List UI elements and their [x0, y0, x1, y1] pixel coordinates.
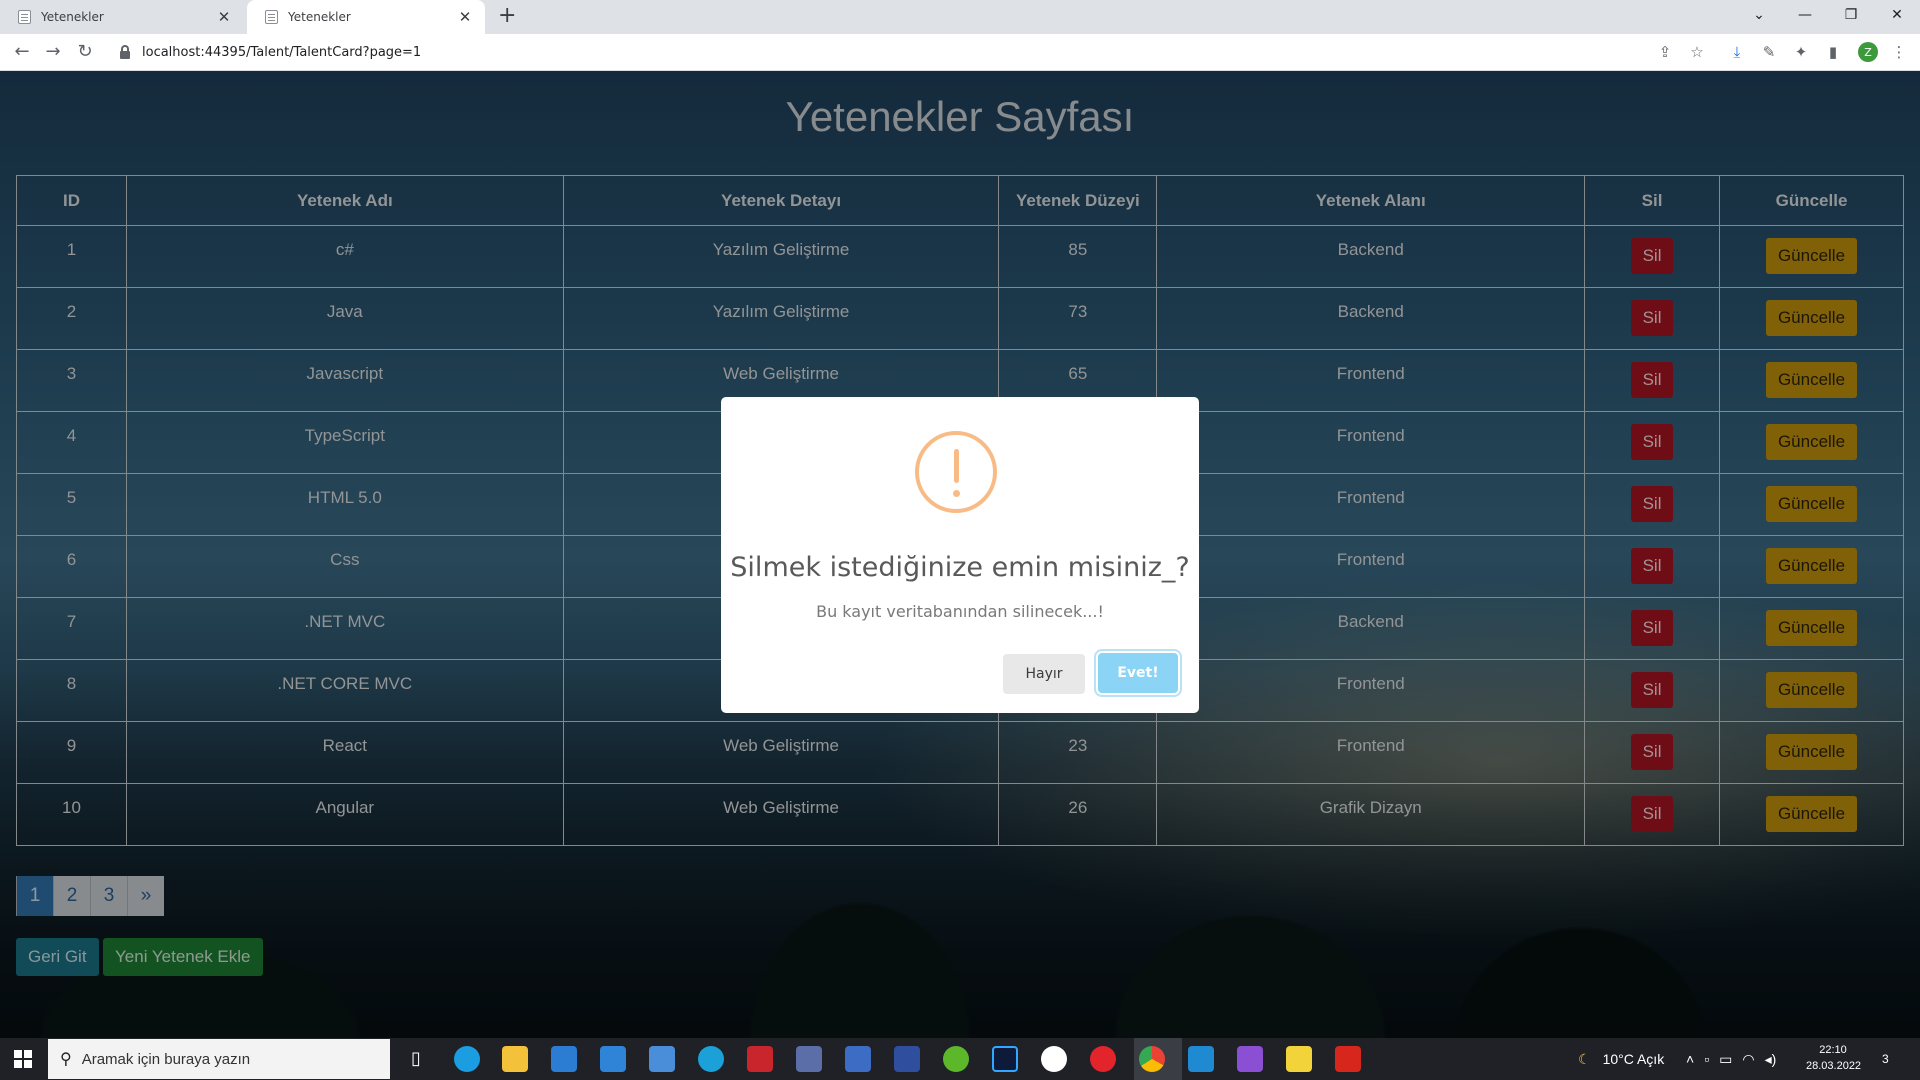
- forward-arrow-icon[interactable]: →: [41, 41, 65, 63]
- app-icon[interactable]: [796, 1046, 822, 1072]
- address-bar: ← → ↻ localhost:44395/Talent/TalentCard?…: [0, 34, 1920, 71]
- tab-title: Yetenekler: [288, 10, 351, 24]
- mail-icon[interactable]: [600, 1046, 626, 1072]
- page-favicon-icon: [265, 10, 278, 24]
- back-arrow-icon[interactable]: ←: [10, 41, 34, 63]
- app-icon[interactable]: [943, 1046, 969, 1072]
- app-icon[interactable]: [894, 1046, 920, 1072]
- notification-center-icon[interactable]: 3: [1882, 1038, 1889, 1080]
- reload-icon[interactable]: ↻: [73, 41, 97, 63]
- browser-tab-bar: Yetenekler ✕ Yetenekler ✕ + ⌄ — ❐ ✕: [0, 0, 1920, 34]
- windows-taskbar: ⚲ Aramak için buraya yazın ▯ ☾ 10°C Açık…: [0, 1038, 1920, 1080]
- side-panel-icon[interactable]: ▮: [1822, 43, 1844, 61]
- tray-arrow-icon[interactable]: ˄: [1686, 1051, 1694, 1067]
- warning-icon: [915, 431, 997, 513]
- opera-icon[interactable]: [1090, 1046, 1116, 1072]
- url-text: localhost:44395/Talent/TalentCard?page=1: [142, 45, 422, 60]
- dialog-message: Bu kayıt veritabanından silinecek...!: [816, 602, 1104, 621]
- photoshop-icon[interactable]: [992, 1046, 1018, 1072]
- weather-widget[interactable]: ☾ 10°C Açık: [1578, 1038, 1664, 1080]
- app-icon[interactable]: [1041, 1046, 1067, 1072]
- chrome-icon[interactable]: [1139, 1046, 1165, 1072]
- close-tab-icon[interactable]: ✕: [216, 8, 232, 26]
- confirm-button[interactable]: Evet!: [1098, 653, 1178, 693]
- download-icon[interactable]: ⤓: [1726, 43, 1748, 61]
- profile-avatar[interactable]: Z: [1858, 42, 1878, 62]
- app-icon[interactable]: [649, 1046, 675, 1072]
- eyedropper-icon[interactable]: ✎: [1758, 43, 1780, 61]
- tab-search-icon[interactable]: ⌄: [1736, 0, 1782, 30]
- file-explorer-icon[interactable]: [502, 1046, 528, 1072]
- windows-start-icon[interactable]: [14, 1050, 32, 1068]
- app-icon[interactable]: [1286, 1046, 1312, 1072]
- tray-app-icon[interactable]: ▫: [1704, 1051, 1709, 1067]
- cancel-button[interactable]: Hayır: [1003, 654, 1085, 694]
- lock-icon: [120, 44, 130, 59]
- store-icon[interactable]: [551, 1046, 577, 1072]
- close-window-icon[interactable]: ✕: [1874, 0, 1920, 30]
- edge-icon[interactable]: [454, 1046, 480, 1072]
- browser-tab-1[interactable]: Yetenekler ✕: [0, 0, 244, 34]
- app-icon[interactable]: [698, 1046, 724, 1072]
- moon-icon: ☾: [1578, 1050, 1591, 1067]
- close-tab-icon[interactable]: ✕: [457, 8, 473, 26]
- confirm-delete-dialog: Silmek istediğinize emin misiniz_? Bu ka…: [721, 397, 1199, 713]
- new-tab-icon[interactable]: +: [498, 5, 516, 27]
- task-view-icon[interactable]: ▯: [403, 1046, 429, 1072]
- notification-count: 3: [1882, 1052, 1889, 1066]
- url-field[interactable]: localhost:44395/Talent/TalentCard?page=1: [108, 38, 1688, 67]
- acrobat-icon[interactable]: [1335, 1046, 1361, 1072]
- taskbar-clock[interactable]: 22:10 28.03.2022: [1806, 1042, 1862, 1074]
- app-icon[interactable]: [845, 1046, 871, 1072]
- warning-icon-bar: [954, 449, 959, 483]
- weather-text: 10°C Açık: [1602, 1051, 1665, 1067]
- clock-date: 28.03.2022: [1806, 1060, 1862, 1072]
- bookmark-star-icon[interactable]: ☆: [1686, 43, 1708, 61]
- page-favicon-icon: [18, 10, 31, 24]
- volume-icon[interactable]: ◂): [1765, 1051, 1777, 1068]
- search-icon: ⚲: [60, 1051, 72, 1068]
- tab-title: Yetenekler: [41, 10, 104, 24]
- system-tray: ˄ ▫ ▭ ◠ ◂): [1686, 1038, 1776, 1080]
- wifi-icon[interactable]: ◠: [1742, 1051, 1754, 1068]
- browser-tab-2[interactable]: Yetenekler ✕: [247, 0, 485, 34]
- extensions-icon[interactable]: ✦: [1790, 43, 1812, 61]
- visual-studio-icon[interactable]: [1237, 1046, 1263, 1072]
- dialog-title: Silmek istediğinize emin misiniz_?: [730, 552, 1190, 583]
- share-icon[interactable]: ⇪: [1654, 43, 1676, 61]
- restore-icon[interactable]: ❐: [1828, 0, 1874, 30]
- battery-icon[interactable]: ▭: [1719, 1051, 1732, 1068]
- warning-icon-dot: [953, 490, 960, 497]
- solidworks-icon[interactable]: [747, 1046, 773, 1072]
- clock-time: 22:10: [1819, 1044, 1847, 1056]
- minimize-icon[interactable]: —: [1782, 0, 1828, 30]
- search-placeholder: Aramak için buraya yazın: [81, 1050, 251, 1068]
- vscode-icon[interactable]: [1188, 1046, 1214, 1072]
- taskbar-search-input[interactable]: ⚲ Aramak için buraya yazın: [48, 1039, 390, 1079]
- menu-dots-icon[interactable]: ⋮: [1888, 43, 1910, 61]
